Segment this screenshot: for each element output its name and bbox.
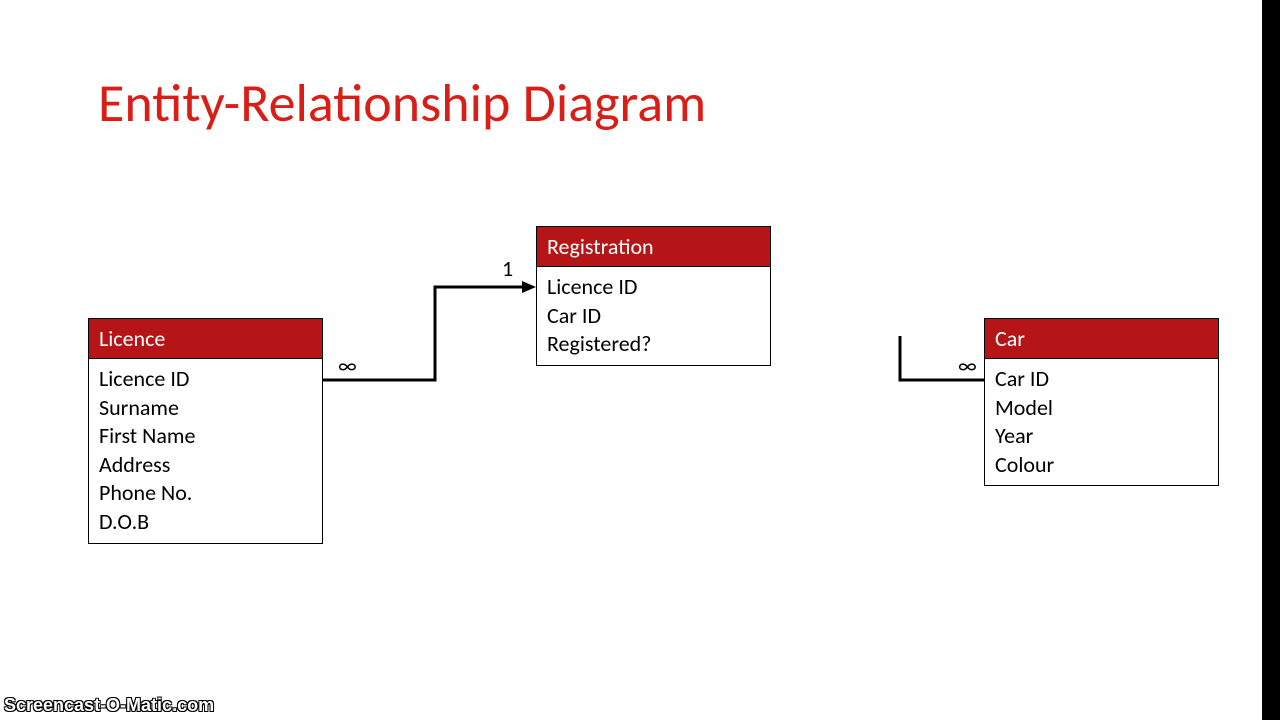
attr: Car ID: [995, 365, 1208, 394]
attr: Address: [99, 451, 312, 480]
entity-registration-body: Licence ID Car ID Registered?: [537, 267, 770, 365]
entity-licence-header: Licence: [89, 319, 322, 359]
entity-registration-header: Registration: [537, 227, 770, 267]
attr: D.O.B: [99, 508, 312, 537]
entity-car-header: Car: [985, 319, 1218, 359]
watermark: Screencast-O-Matic.com: [4, 695, 214, 716]
attr: Colour: [995, 451, 1208, 480]
entity-licence: Licence Licence ID Surname First Name Ad…: [88, 318, 323, 544]
right-black-border: [1262, 0, 1280, 720]
attr: Surname: [99, 394, 312, 423]
attr: First Name: [99, 422, 312, 451]
attr: Licence ID: [99, 365, 312, 394]
entity-car-body: Car ID Model Year Colour: [985, 359, 1218, 485]
attr: Phone No.: [99, 479, 312, 508]
attr: Licence ID: [547, 273, 760, 302]
attr: Model: [995, 394, 1208, 423]
attr: Registered?: [547, 330, 760, 359]
label-many-right: ∞: [958, 352, 977, 379]
entity-licence-body: Licence ID Surname First Name Address Ph…: [89, 359, 322, 543]
label-many-left: ∞: [338, 352, 357, 379]
label-one: 1: [502, 255, 513, 282]
attr: Car ID: [547, 302, 760, 331]
attr: Year: [995, 422, 1208, 451]
entity-registration: Registration Licence ID Car ID Registere…: [536, 226, 771, 366]
entity-car: Car Car ID Model Year Colour: [984, 318, 1219, 486]
page-title: Entity-Relationship Diagram: [98, 70, 706, 136]
